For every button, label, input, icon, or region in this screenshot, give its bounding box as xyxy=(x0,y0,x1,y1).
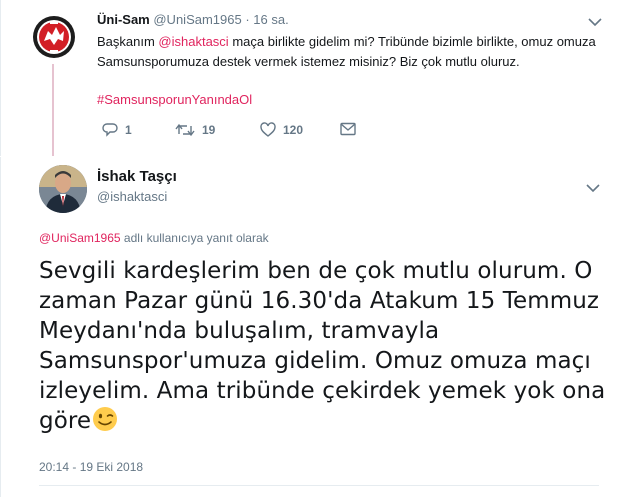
chevron-down-icon[interactable] xyxy=(586,183,600,193)
parent-tweet-text: Başkanım @ishaktasci maça birlikte gidel… xyxy=(97,32,612,72)
winking-face-emoji-icon xyxy=(93,407,118,431)
main-tweet-text: Sevgili kardeşlerim ben de çok mutlu olu… xyxy=(39,256,624,436)
direct-message-button[interactable] xyxy=(340,122,356,136)
parent-display-name[interactable]: Üni-Sam xyxy=(97,12,150,27)
main-tweet-body: Sevgili kardeşlerim ben de çok mutlu olu… xyxy=(39,258,606,434)
retweet-button[interactable]: 19 xyxy=(175,122,215,138)
parent-time[interactable]: · 16 sa. xyxy=(245,12,288,27)
replying-to-line: @UniSam1965 adlı kullanıcıya yanıt olara… xyxy=(39,231,269,245)
retweet-count: 19 xyxy=(202,123,216,137)
main-display-name[interactable]: İshak Taşçı xyxy=(97,168,177,185)
envelope-icon xyxy=(340,122,356,136)
parent-tweet[interactable]: Üni-Sam @UniSam1965 · 16 sa. Başkanım @i… xyxy=(0,0,634,156)
heart-icon xyxy=(260,122,276,137)
chevron-down-icon[interactable] xyxy=(588,17,602,27)
reply-to-suffix: adlı kullanıcıya yanıt olarak xyxy=(120,231,269,245)
hashtag-link[interactable]: #SamsunsporunYanındaOl xyxy=(97,92,252,107)
like-button[interactable]: 120 xyxy=(260,122,303,138)
thread-connector-line xyxy=(52,64,54,156)
ishak-avatar[interactable] xyxy=(39,165,87,213)
reply-icon xyxy=(102,123,118,137)
reply-button[interactable]: 1 xyxy=(102,122,132,138)
parent-tweet-header: Üni-Sam @UniSam1965 · 16 sa. xyxy=(97,12,289,27)
retweet-icon xyxy=(175,123,195,137)
reply-count: 1 xyxy=(125,123,132,137)
tweet-timestamp[interactable]: 20:14 - 19 Eki 2018 xyxy=(39,460,143,474)
main-handle[interactable]: @ishaktasci xyxy=(97,189,167,204)
parent-text-part1: Başkanım xyxy=(97,34,159,49)
parent-handle[interactable]: @UniSam1965 xyxy=(153,12,241,27)
parent-mention-link[interactable]: @ishaktasci xyxy=(158,34,228,49)
reply-to-mention-link[interactable]: @UniSam1965 xyxy=(39,231,121,245)
like-count: 120 xyxy=(283,123,304,137)
tweet-divider xyxy=(0,156,634,157)
unisam-avatar[interactable] xyxy=(30,13,78,61)
bottom-divider xyxy=(39,485,599,486)
